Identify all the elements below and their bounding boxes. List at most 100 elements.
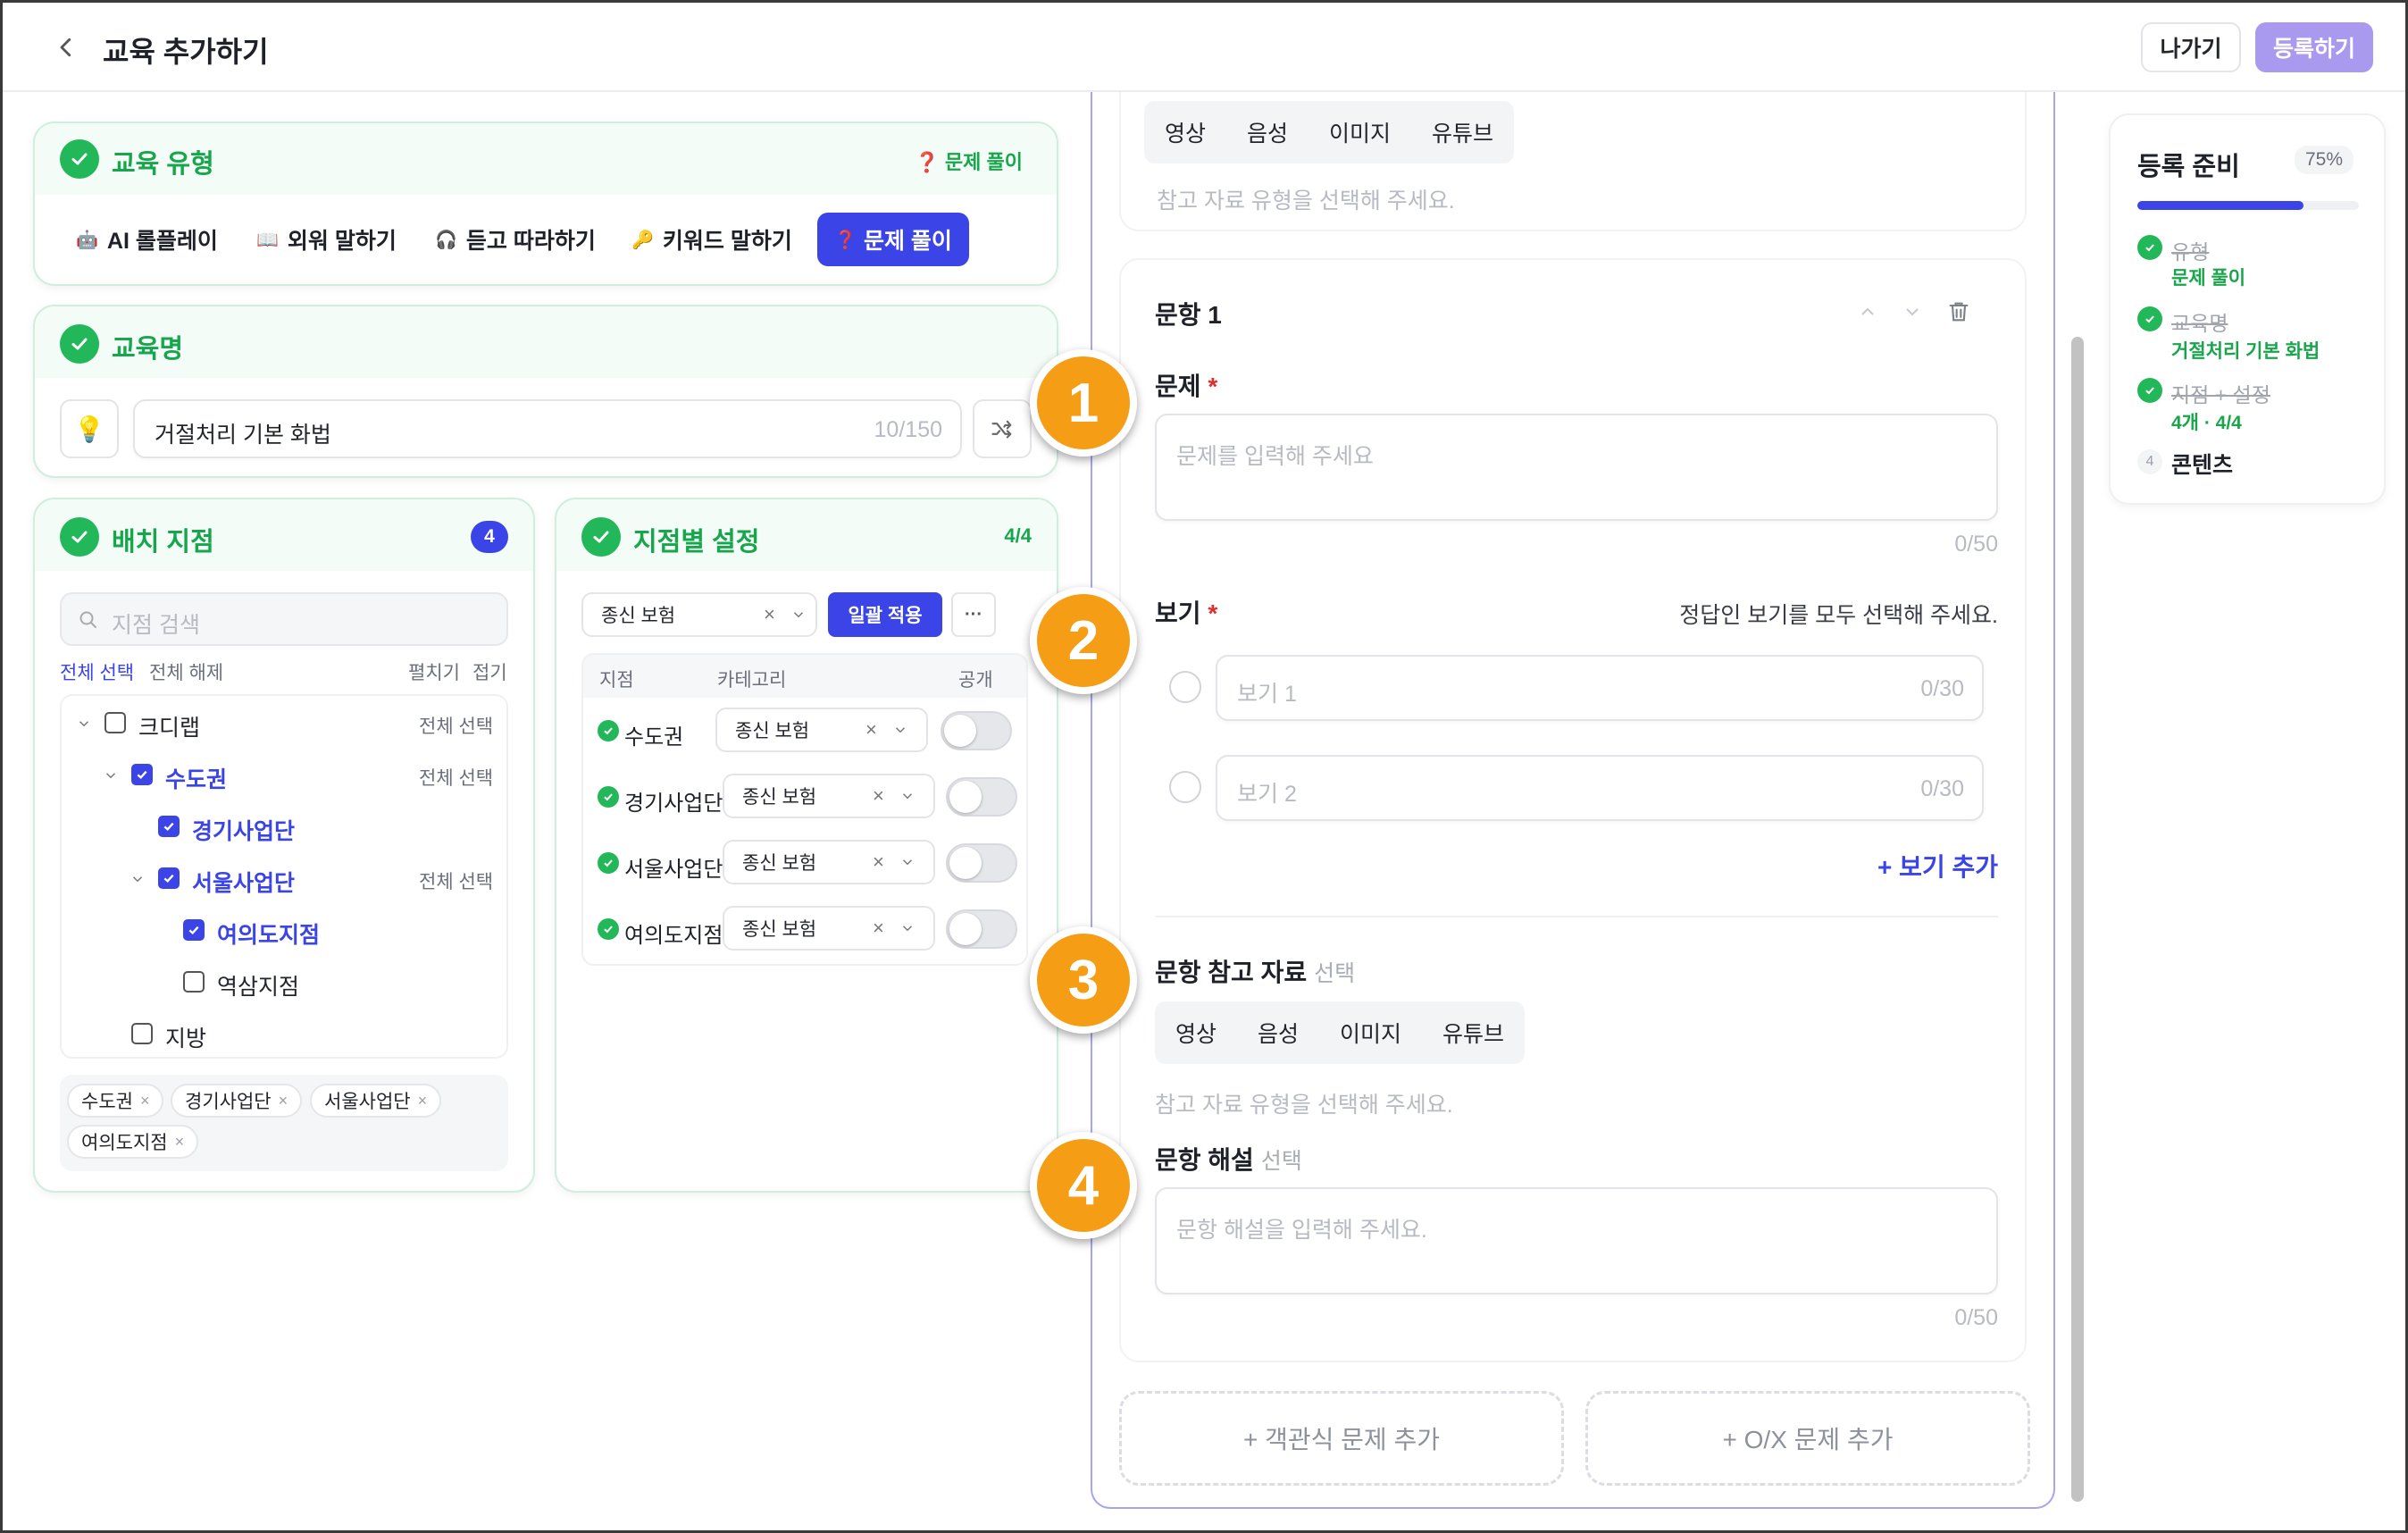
close-icon[interactable]: × <box>279 1092 288 1110</box>
check-icon <box>598 720 619 741</box>
tab-audio[interactable]: 음성 <box>1226 116 1309 148</box>
branch-settings-table: 지점 카테고리 공개 수도권 종신 보험 × 경기사업단 종신 보험 × 서울사… <box>581 653 1028 966</box>
chip[interactable]: 여의도지점 × <box>67 1125 199 1159</box>
checkbox[interactable] <box>158 816 180 837</box>
tab-youtube[interactable]: 유튜브 <box>1411 116 1514 148</box>
bulk-apply-button[interactable]: 일괄 적용 <box>828 592 942 637</box>
tab-video[interactable]: 영상 <box>1155 1017 1237 1049</box>
table-row: 경기사업단 종신 보험 × <box>583 764 1026 830</box>
divider <box>1155 916 1998 917</box>
select-all-link[interactable]: 전체 선택 <box>60 658 134 685</box>
type-option-memorize[interactable]: 📖 외워 말하기 <box>256 223 397 256</box>
chevron-down-icon[interactable] <box>76 716 92 732</box>
scrollbar[interactable] <box>2068 113 2087 1512</box>
step-label: 유형 <box>2171 240 2210 264</box>
search-icon <box>79 611 96 628</box>
type-option-quiz[interactable]: ❓ 문제 풀이 <box>817 213 969 266</box>
explain-input[interactable]: 문항 해설을 입력해 주세요. <box>1155 1187 1998 1294</box>
shuffle-icon <box>991 420 1012 439</box>
tab-image[interactable]: 이미지 <box>1309 116 1411 148</box>
progress-track <box>2137 201 2359 210</box>
choice-input[interactable]: 보기 1 0/30 <box>1216 655 1984 721</box>
bulk-category-select[interactable]: 종신 보험 × <box>581 592 817 637</box>
add-multiple-choice-button[interactable]: + 객관식 문제 추가 <box>1119 1391 1564 1486</box>
chevron-up-icon[interactable] <box>1857 301 1878 323</box>
section-title: 교육 유형 <box>112 150 214 179</box>
expand-link[interactable]: 펼치기 <box>408 658 460 685</box>
tab-image[interactable]: 이미지 <box>1319 1017 1422 1049</box>
collapse-link[interactable]: 접기 <box>472 658 507 685</box>
checkbox[interactable] <box>158 867 180 889</box>
checkbox[interactable] <box>105 712 126 733</box>
close-icon[interactable]: × <box>418 1092 428 1110</box>
checkbox[interactable] <box>131 1023 153 1044</box>
type-option-listen-repeat[interactable]: 🎧 듣고 따라하기 <box>435 223 596 256</box>
add-choice-button[interactable]: + 보기 추가 <box>1877 848 1998 884</box>
select-all-link[interactable]: 전체 선택 <box>419 867 493 894</box>
chevron-down-icon[interactable] <box>103 767 119 783</box>
clear-icon[interactable]: × <box>873 917 884 940</box>
chip[interactable]: 수도권 × <box>67 1084 164 1118</box>
scrollbar-thumb[interactable] <box>2071 337 2084 1502</box>
chevron-down-icon[interactable] <box>1902 301 1923 323</box>
step-label: 콘텐츠 <box>2171 453 2234 478</box>
step-number: 4 <box>2137 449 2162 474</box>
ref-hint: 참고 자료 유형을 선택해 주세요. <box>1157 188 1455 214</box>
chevron-down-icon <box>895 727 906 733</box>
public-toggle[interactable] <box>946 777 1017 817</box>
chip[interactable]: 경기사업단 × <box>171 1084 303 1118</box>
table-row: 수도권 종신 보험 × <box>583 698 1026 764</box>
branch-tree: 크디랩 전체 선택 수도권 전체 선택 경기사업단 서울사업단 전체 선택 여의… <box>60 694 508 1059</box>
tab-youtube[interactable]: 유튜브 <box>1422 1017 1525 1049</box>
public-toggle[interactable] <box>941 711 1012 750</box>
add-ox-button[interactable]: + O/X 문제 추가 <box>1585 1391 2030 1486</box>
clear-icon[interactable]: × <box>865 718 877 741</box>
close-icon[interactable]: × <box>140 1092 150 1110</box>
chevron-down-icon[interactable] <box>130 871 146 887</box>
public-toggle[interactable] <box>946 909 1017 949</box>
chip[interactable]: 서울사업단 × <box>310 1084 442 1118</box>
suggest-button[interactable]: 💡 <box>60 399 119 458</box>
chevron-down-icon <box>902 926 913 932</box>
select-all-link[interactable]: 전체 선택 <box>419 764 493 791</box>
branch-search-input[interactable]: 지점 검색 <box>60 592 508 646</box>
page-title: 교육 추가하기 <box>103 36 269 68</box>
close-icon[interactable]: × <box>175 1133 185 1152</box>
exit-button[interactable]: 나가기 <box>2141 22 2241 72</box>
category-select[interactable]: 종신 보험 × <box>723 840 935 884</box>
table-row: 여의도지점 종신 보험 × <box>583 896 1026 962</box>
checkbox[interactable] <box>183 919 205 941</box>
public-toggle[interactable] <box>946 843 1017 883</box>
deselect-all-link[interactable]: 전체 해제 <box>149 658 223 685</box>
checkbox[interactable] <box>131 764 153 785</box>
register-button[interactable]: 등록하기 <box>2255 22 2373 72</box>
category-select[interactable]: 종신 보험 × <box>723 906 935 951</box>
category-select[interactable]: 종신 보험 × <box>723 774 935 818</box>
clear-icon[interactable]: × <box>873 850 884 874</box>
type-option-keyword[interactable]: 🔑 키워드 말하기 <box>631 223 792 256</box>
step-badge-3: 3 <box>1030 926 1137 1034</box>
question-input[interactable]: 문제를 입력해 주세요 <box>1155 414 1998 521</box>
chevron-down-icon <box>902 859 913 866</box>
step-value: 4개 · 4/4 <box>2171 413 2242 433</box>
branches-card: 배치 지점 4 지점 검색 전체 선택 전체 해제 펼치기 접기 크디랩 전체 … <box>33 498 535 1193</box>
chevron-down-icon <box>902 793 913 800</box>
clear-icon[interactable]: × <box>764 603 775 626</box>
tree-item-label: 수도권 <box>165 767 228 792</box>
category-select[interactable]: 종신 보험 × <box>715 708 928 752</box>
select-all-link[interactable]: 전체 선택 <box>419 712 493 739</box>
choice-input[interactable]: 보기 2 0/30 <box>1216 755 1984 821</box>
type-option-ai-roleplay[interactable]: 🤖 AI 롤플레이 <box>76 223 218 256</box>
choice-radio[interactable] <box>1169 771 1201 803</box>
more-button[interactable]: ··· <box>951 592 996 637</box>
key-icon: 🔑 <box>631 230 654 250</box>
edu-name-input[interactable]: 거절처리 기본 화법 10/150 <box>133 399 962 458</box>
checkbox[interactable] <box>183 971 205 993</box>
tab-audio[interactable]: 음성 <box>1237 1017 1319 1049</box>
clear-icon[interactable]: × <box>873 784 884 808</box>
choice-radio[interactable] <box>1169 671 1201 703</box>
shuffle-button[interactable] <box>973 399 1032 458</box>
tab-video[interactable]: 영상 <box>1144 116 1226 148</box>
trash-icon[interactable] <box>1946 299 1971 324</box>
back-icon[interactable] <box>53 31 79 63</box>
